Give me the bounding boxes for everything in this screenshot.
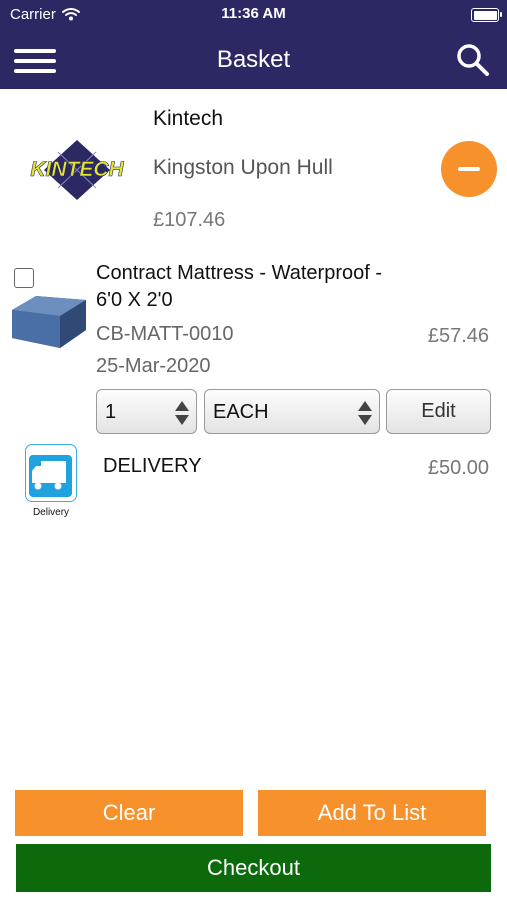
- product-name[interactable]: Contract Mattress - Waterproof - 6'0 X 2…: [96, 260, 396, 314]
- delivery-price: £50.00: [427, 457, 489, 479]
- status-time: 11:36 AM: [221, 5, 286, 22]
- stepper-arrows-icon: [358, 401, 372, 425]
- mattress-image: [12, 296, 86, 348]
- product-date: 25-Mar-2020: [96, 355, 211, 377]
- product-sku: CB-MATT-0010: [96, 323, 234, 345]
- delivery-truck-icon: [25, 444, 77, 502]
- store-total: £107.46: [153, 209, 226, 231]
- store-location: Kingston Upon Hull: [153, 156, 333, 179]
- delivery-icon-caption: Delivery: [32, 507, 70, 518]
- unit-value: EACH: [213, 401, 269, 423]
- item-select-checkbox[interactable]: [14, 268, 34, 288]
- quantity-select[interactable]: 1: [96, 389, 197, 434]
- edit-button[interactable]: Edit: [386, 389, 491, 434]
- store-logo-text: KINTECH: [30, 158, 124, 181]
- checkout-button[interactable]: Checkout: [16, 844, 491, 892]
- quantity-value: 1: [105, 401, 117, 423]
- store-logo: KINTECH: [30, 140, 125, 200]
- product-price: £57.46: [427, 325, 489, 347]
- delivery-label: DELIVERY: [103, 455, 202, 477]
- add-to-list-button[interactable]: Add To List: [258, 790, 486, 836]
- page-title: Basket: [216, 46, 291, 73]
- search-icon[interactable]: [455, 42, 491, 78]
- store-name: Kintech: [153, 107, 224, 130]
- remove-minus-icon[interactable]: [441, 141, 497, 197]
- stepper-arrows-icon: [175, 401, 189, 425]
- top-bar: Carrier 11:36 AM Basket: [0, 0, 507, 89]
- battery-icon: [471, 8, 502, 22]
- clear-button[interactable]: Clear: [15, 790, 243, 836]
- unit-select[interactable]: EACH: [204, 389, 380, 434]
